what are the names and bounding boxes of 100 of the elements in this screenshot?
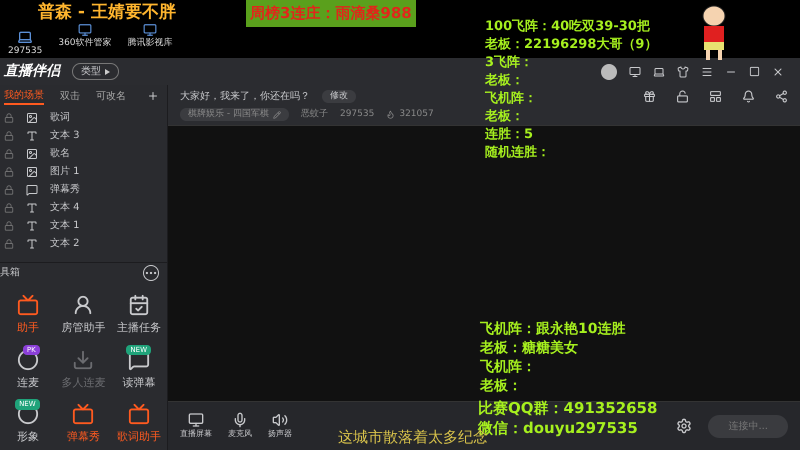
tool-label: 读弹幕 — [122, 374, 156, 390]
toolbar-label: 扬声器 — [268, 428, 292, 440]
weekly-banner: 周榜3连庄：雨滴桑988 — [246, 0, 416, 26]
gift-icon[interactable] — [643, 90, 656, 103]
source-icon — [26, 148, 38, 160]
source-icon — [26, 184, 38, 196]
tool-icon — [72, 403, 94, 425]
tool-label: 连麦 — [16, 374, 39, 390]
source-label[interactable]: 文本 1 — [50, 218, 80, 233]
source-label[interactable]: 文本 2 — [50, 236, 80, 251]
lock-icon[interactable] — [4, 184, 14, 194]
overlay-line: 3飞阵： — [485, 54, 534, 72]
lock-icon[interactable] — [4, 112, 14, 122]
source-icon — [26, 238, 38, 250]
add-icon[interactable] — [147, 90, 159, 102]
tool-item[interactable]: 房管助手 — [56, 294, 112, 336]
type-button[interactable]: 类型 — [72, 63, 119, 80]
close-icon[interactable] — [772, 66, 784, 78]
desktop-icon-label[interactable]: 360软件管家 — [58, 36, 112, 50]
tool-label: 房管助手 — [61, 320, 106, 336]
tool-label: 主播任务 — [117, 320, 162, 336]
overlay-line: 老板： — [485, 108, 524, 126]
play-icon — [105, 68, 110, 74]
nickname: 恶蚊子 — [300, 108, 328, 121]
room-number: 297535 — [8, 44, 42, 58]
lock-icon[interactable] — [4, 166, 14, 176]
tool-label: 弹幕秀 — [66, 429, 100, 445]
popularity-count: 321057 — [399, 108, 434, 121]
desktop-icon-label[interactable]: 腾讯影视库 — [128, 36, 173, 50]
settings-icon[interactable] — [676, 418, 692, 434]
shirt-icon[interactable] — [677, 66, 689, 78]
toolbar-icon — [232, 412, 248, 428]
overlay-line: 老板： — [480, 377, 522, 396]
tool-icon — [16, 294, 39, 316]
toolbar-label: 麦克风 — [228, 428, 252, 440]
edit-button[interactable]: 修改 — [322, 90, 356, 103]
scene-tab[interactable]: 可改名 — [96, 88, 126, 104]
source-icon — [26, 130, 38, 142]
tool-item[interactable]: 助手 — [0, 294, 56, 336]
laptop-icon[interactable] — [653, 66, 665, 78]
lock-icon[interactable] — [4, 148, 14, 158]
tool-item[interactable]: 弹幕秀 — [56, 403, 112, 446]
overlay-line: 老板：22196298大哥（9） — [485, 36, 658, 54]
lock-icon[interactable] — [4, 220, 14, 230]
lock-icon[interactable] — [4, 202, 14, 212]
share-icon[interactable] — [775, 90, 788, 103]
tool-icon — [128, 403, 150, 425]
tool-icon — [16, 348, 39, 370]
scene-tab[interactable]: 我的场景 — [4, 88, 44, 104]
toolbar-button[interactable]: 直播屏幕 — [180, 412, 212, 440]
overlay-line: 随机连胜： — [485, 144, 550, 162]
avatar-icon[interactable] — [601, 64, 617, 80]
toolbox-title: 具箱 — [0, 266, 20, 280]
tool-label: 多人连麦 — [61, 374, 106, 390]
room-id: 297535 — [340, 108, 374, 121]
scene-tab[interactable]: 双击 — [60, 88, 80, 104]
toolbar-icon — [188, 412, 204, 428]
overlay-line: 老板：糖糖美女 — [480, 339, 578, 358]
tool-label: 歌词助手 — [117, 429, 162, 445]
source-label[interactable]: 图片 1 — [50, 164, 80, 179]
toolbar-label: 直播屏幕 — [180, 428, 212, 440]
desktop-app-icon — [17, 28, 34, 44]
source-icon — [26, 166, 38, 178]
tool-item[interactable]: 主播任务 — [111, 294, 167, 336]
source-icon — [26, 202, 38, 214]
tool-label: 助手 — [16, 320, 39, 336]
toolbar-icon — [272, 412, 288, 428]
maximize-icon[interactable] — [749, 66, 760, 77]
overlay-line: 飞机阵：跟永艳10连胜 — [480, 320, 626, 339]
monitor-icon[interactable] — [629, 66, 641, 78]
toolbar-button[interactable]: 麦克风 — [228, 412, 252, 440]
source-icon — [26, 112, 38, 124]
tool-icon — [128, 294, 150, 316]
lock-icon[interactable] — [4, 238, 14, 248]
overlay-line: 连胜：5 — [485, 126, 534, 144]
menu-icon[interactable] — [701, 66, 713, 78]
lock-icon[interactable] — [4, 130, 14, 140]
unlock-icon[interactable] — [676, 90, 689, 103]
contact-line: 比赛QQ群：491352658 — [478, 398, 658, 418]
toolbar-button[interactable]: 扬声器 — [268, 412, 292, 440]
source-label[interactable]: 文本 3 — [50, 128, 80, 143]
source-icon — [26, 220, 38, 232]
pencil-icon[interactable] — [272, 110, 281, 118]
source-label[interactable]: 歌词 — [50, 110, 70, 125]
overlay-line: 飞机阵： — [480, 358, 536, 377]
bell-icon[interactable] — [742, 90, 755, 103]
overlay-line: 100飞阵：40吃双39-30把 — [485, 18, 650, 36]
desktop-app-icon[interactable] — [143, 22, 158, 36]
desktop-app-icon[interactable] — [78, 22, 92, 36]
more-icon[interactable] — [143, 264, 159, 280]
tool-icon — [72, 348, 94, 370]
streamer-title: 普森 - 王婧要不胖 — [38, 2, 176, 22]
layout-icon[interactable] — [709, 90, 722, 103]
tool-item[interactable]: 歌词助手 — [111, 403, 167, 446]
flame-icon — [386, 110, 396, 119]
overlay-line: 老板： — [485, 72, 524, 90]
source-label[interactable]: 弹幕秀 — [50, 182, 80, 197]
tool-label: 形象 — [16, 429, 39, 445]
source-label[interactable]: 文本 4 — [50, 200, 80, 215]
source-label[interactable]: 歌名 — [50, 146, 70, 161]
